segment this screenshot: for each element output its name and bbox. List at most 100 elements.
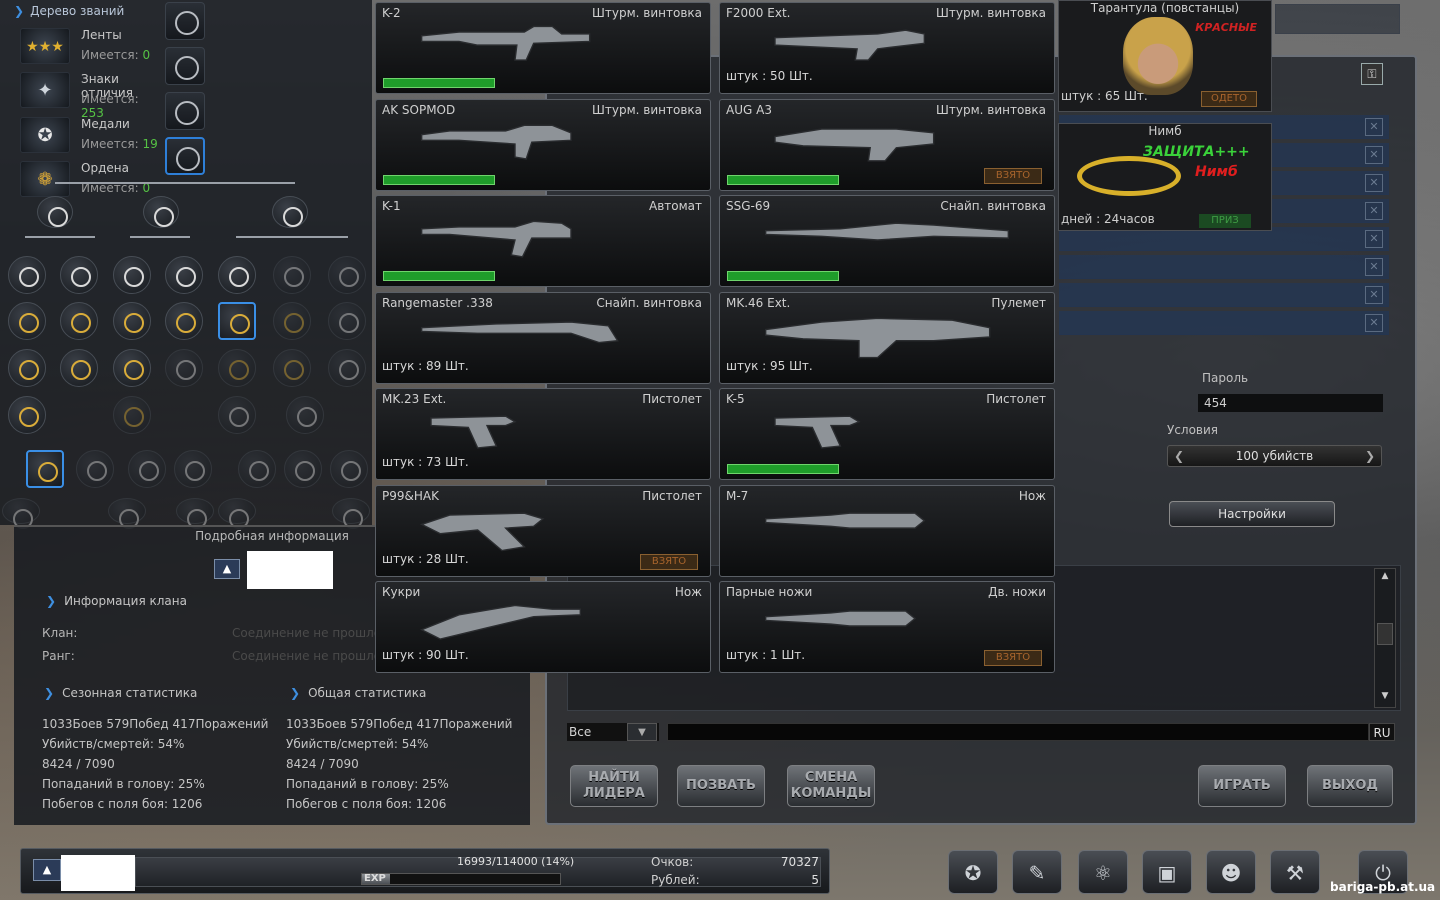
rank-root-1[interactable]	[37, 196, 73, 228]
weapon-card[interactable]: K-2 Штурм. винтовка	[375, 2, 711, 94]
scroll-up-icon[interactable]: ▲	[1377, 571, 1393, 585]
chevron-down-icon[interactable]: ▼	[627, 723, 657, 741]
find-leader-button[interactable]: НАЙТИ ЛИДЕРА	[570, 765, 658, 807]
award-badges[interactable]: ✦ Знаки отличия Имеется: 253	[20, 70, 160, 120]
rank-node[interactable]	[174, 450, 212, 488]
weapon-card[interactable]: MK.46 Ext. Пулемет штук : 95 Шт.	[719, 291, 1055, 384]
character-card[interactable]: Тарантула (повстанцы) КРАСНЫЕ штук : 65 …	[1058, 0, 1272, 112]
weapon-card[interactable]: Кукри Нож штук : 90 Шт.	[375, 581, 711, 673]
rank-node[interactable]	[165, 302, 203, 340]
rank-node[interactable]	[60, 302, 98, 340]
community-icon[interactable]: ☻	[1206, 850, 1256, 894]
weapon-card[interactable]: MK.23 Ext. Пистолет штук : 73 Шт.	[375, 388, 711, 480]
close-slot-icon[interactable]: ✕	[1365, 286, 1383, 304]
chat-input[interactable]	[667, 723, 1369, 741]
rank-node[interactable]	[60, 256, 98, 294]
rank-node[interactable]	[113, 349, 151, 387]
rank-node-selected[interactable]	[218, 302, 256, 340]
password-field[interactable]: 454	[1198, 394, 1383, 412]
rank-node[interactable]	[108, 498, 146, 529]
close-slot-icon[interactable]: ✕	[1365, 174, 1383, 192]
rank-node[interactable]	[8, 396, 46, 434]
inventory-bag-icon[interactable]: ⚛	[1078, 850, 1128, 894]
player-slot[interactable]: ✕	[1059, 255, 1389, 279]
scroll-thumb[interactable]	[1377, 623, 1393, 645]
scroll-down-icon[interactable]: ▼	[1377, 691, 1393, 705]
shop-cart-icon[interactable]: ▣	[1142, 850, 1192, 894]
weapon-card[interactable]: P99&HAK Пистолет штук : 28 Шт. ВЗЯТО	[375, 484, 711, 577]
nimb-card[interactable]: Нимб ЗАЩИТА+++ Нимб дней : 24часов ПРИЗ	[1058, 123, 1272, 231]
close-slot-icon[interactable]: ✕	[1365, 314, 1383, 332]
rank-root-3[interactable]	[272, 196, 308, 228]
award-orders[interactable]: ❁ Ордена Имеется: 0	[20, 159, 160, 199]
rank-node-selected[interactable]	[26, 450, 64, 488]
award-medals[interactable]: ✪ Медали Имеется: 19	[20, 115, 160, 155]
rank-node[interactable]	[273, 349, 311, 387]
rank-node[interactable]	[273, 302, 311, 340]
rank-node[interactable]	[113, 302, 151, 340]
rank-emblem-icon[interactable]: ✪	[948, 850, 998, 894]
rank-node[interactable]	[218, 256, 256, 294]
rank-node[interactable]	[238, 450, 276, 488]
rank-node[interactable]	[218, 498, 256, 529]
rank-node[interactable]	[60, 349, 98, 387]
rank-node[interactable]	[273, 256, 311, 294]
rank-node[interactable]	[330, 450, 368, 488]
rank-node[interactable]	[284, 450, 322, 488]
exit-button[interactable]: ВЫХОД	[1307, 765, 1393, 807]
change-team-button[interactable]: СМЕНА КОМАНДЫ	[787, 765, 875, 807]
rank-node[interactable]	[165, 349, 203, 387]
arrow-left-icon[interactable]: ❮	[1174, 446, 1184, 466]
chat-scrollbar[interactable]: ▲ ▼	[1374, 568, 1396, 708]
rank-node[interactable]	[113, 396, 151, 434]
rank-node[interactable]	[128, 450, 166, 488]
settings-wrench-icon[interactable]: ⚒	[1270, 850, 1320, 894]
invite-button[interactable]: ПОЗВАТЬ	[677, 765, 765, 807]
player-slot[interactable]: ✕	[1059, 283, 1389, 307]
rank-node[interactable]	[328, 349, 366, 387]
rank-node[interactable]	[332, 498, 370, 529]
weapon-card[interactable]: AK SOPMOD Штурм. винтовка	[375, 98, 711, 191]
lock-icon[interactable]: ⚿	[1361, 63, 1383, 85]
rank-node[interactable]	[8, 256, 46, 294]
award-ribbons[interactable]: ★★★ Ленты Имеется: 0	[20, 26, 160, 66]
conditions-selector[interactable]: ❮ 100 убийств ❯	[1167, 445, 1382, 467]
close-slot-icon[interactable]: ✕	[1365, 202, 1383, 220]
rank-category-1-button[interactable]	[165, 2, 205, 40]
close-slot-icon[interactable]: ✕	[1365, 146, 1383, 164]
weapon-card[interactable]: Rangemaster .338 Снайп. винтовка штук : 89…	[375, 291, 711, 384]
weapon-card[interactable]: Парные ножи Дв. ножи штук : 1 Шт. ВЗЯТО	[719, 581, 1055, 673]
chat-language[interactable]: RU	[1369, 723, 1395, 741]
weapon-card[interactable]: M-7 Нож	[719, 484, 1055, 577]
rank-category-3-button[interactable]	[165, 92, 205, 130]
chat-filter-select[interactable]: Все ▼	[567, 723, 659, 741]
rank-node[interactable]	[165, 256, 203, 294]
settings-button[interactable]: Настройки	[1169, 501, 1335, 527]
rank-node[interactable]	[8, 349, 46, 387]
rank-category-2-button[interactable]	[165, 47, 205, 85]
rank-node[interactable]	[218, 396, 256, 434]
player-slot[interactable]: ✕	[1059, 311, 1389, 335]
weapon-card[interactable]: SSG-69 Снайп. винтовка	[719, 195, 1055, 287]
play-button[interactable]: ИГРАТЬ	[1198, 765, 1286, 807]
rank-node[interactable]	[8, 302, 46, 340]
rank-node[interactable]	[176, 498, 214, 529]
rank-node[interactable]	[2, 498, 40, 529]
rank-node[interactable]	[76, 450, 114, 488]
arrow-right-icon[interactable]: ❯	[1365, 446, 1375, 466]
rank-root-2[interactable]	[143, 196, 179, 228]
close-slot-icon[interactable]: ✕	[1365, 118, 1383, 136]
rank-node[interactable]	[113, 256, 151, 294]
weapon-card[interactable]: F2000 Ext. Штурм. винтовка штук : 50 Шт.	[719, 2, 1055, 94]
close-slot-icon[interactable]: ✕	[1365, 230, 1383, 248]
rank-node[interactable]	[218, 349, 256, 387]
notepad-icon[interactable]: ✎	[1012, 850, 1062, 894]
weapon-card[interactable]: AUG A3 Штурм. винтовка ВЗЯТО	[719, 98, 1055, 191]
rank-node[interactable]	[328, 302, 366, 340]
weapon-card[interactable]: K-1 Автомат	[375, 195, 711, 287]
close-slot-icon[interactable]: ✕	[1365, 258, 1383, 276]
weapon-card[interactable]: K-5 Пистолет	[719, 388, 1055, 480]
rank-node[interactable]	[286, 396, 324, 434]
rank-category-4-button[interactable]	[165, 137, 205, 175]
rank-node[interactable]	[328, 256, 366, 294]
